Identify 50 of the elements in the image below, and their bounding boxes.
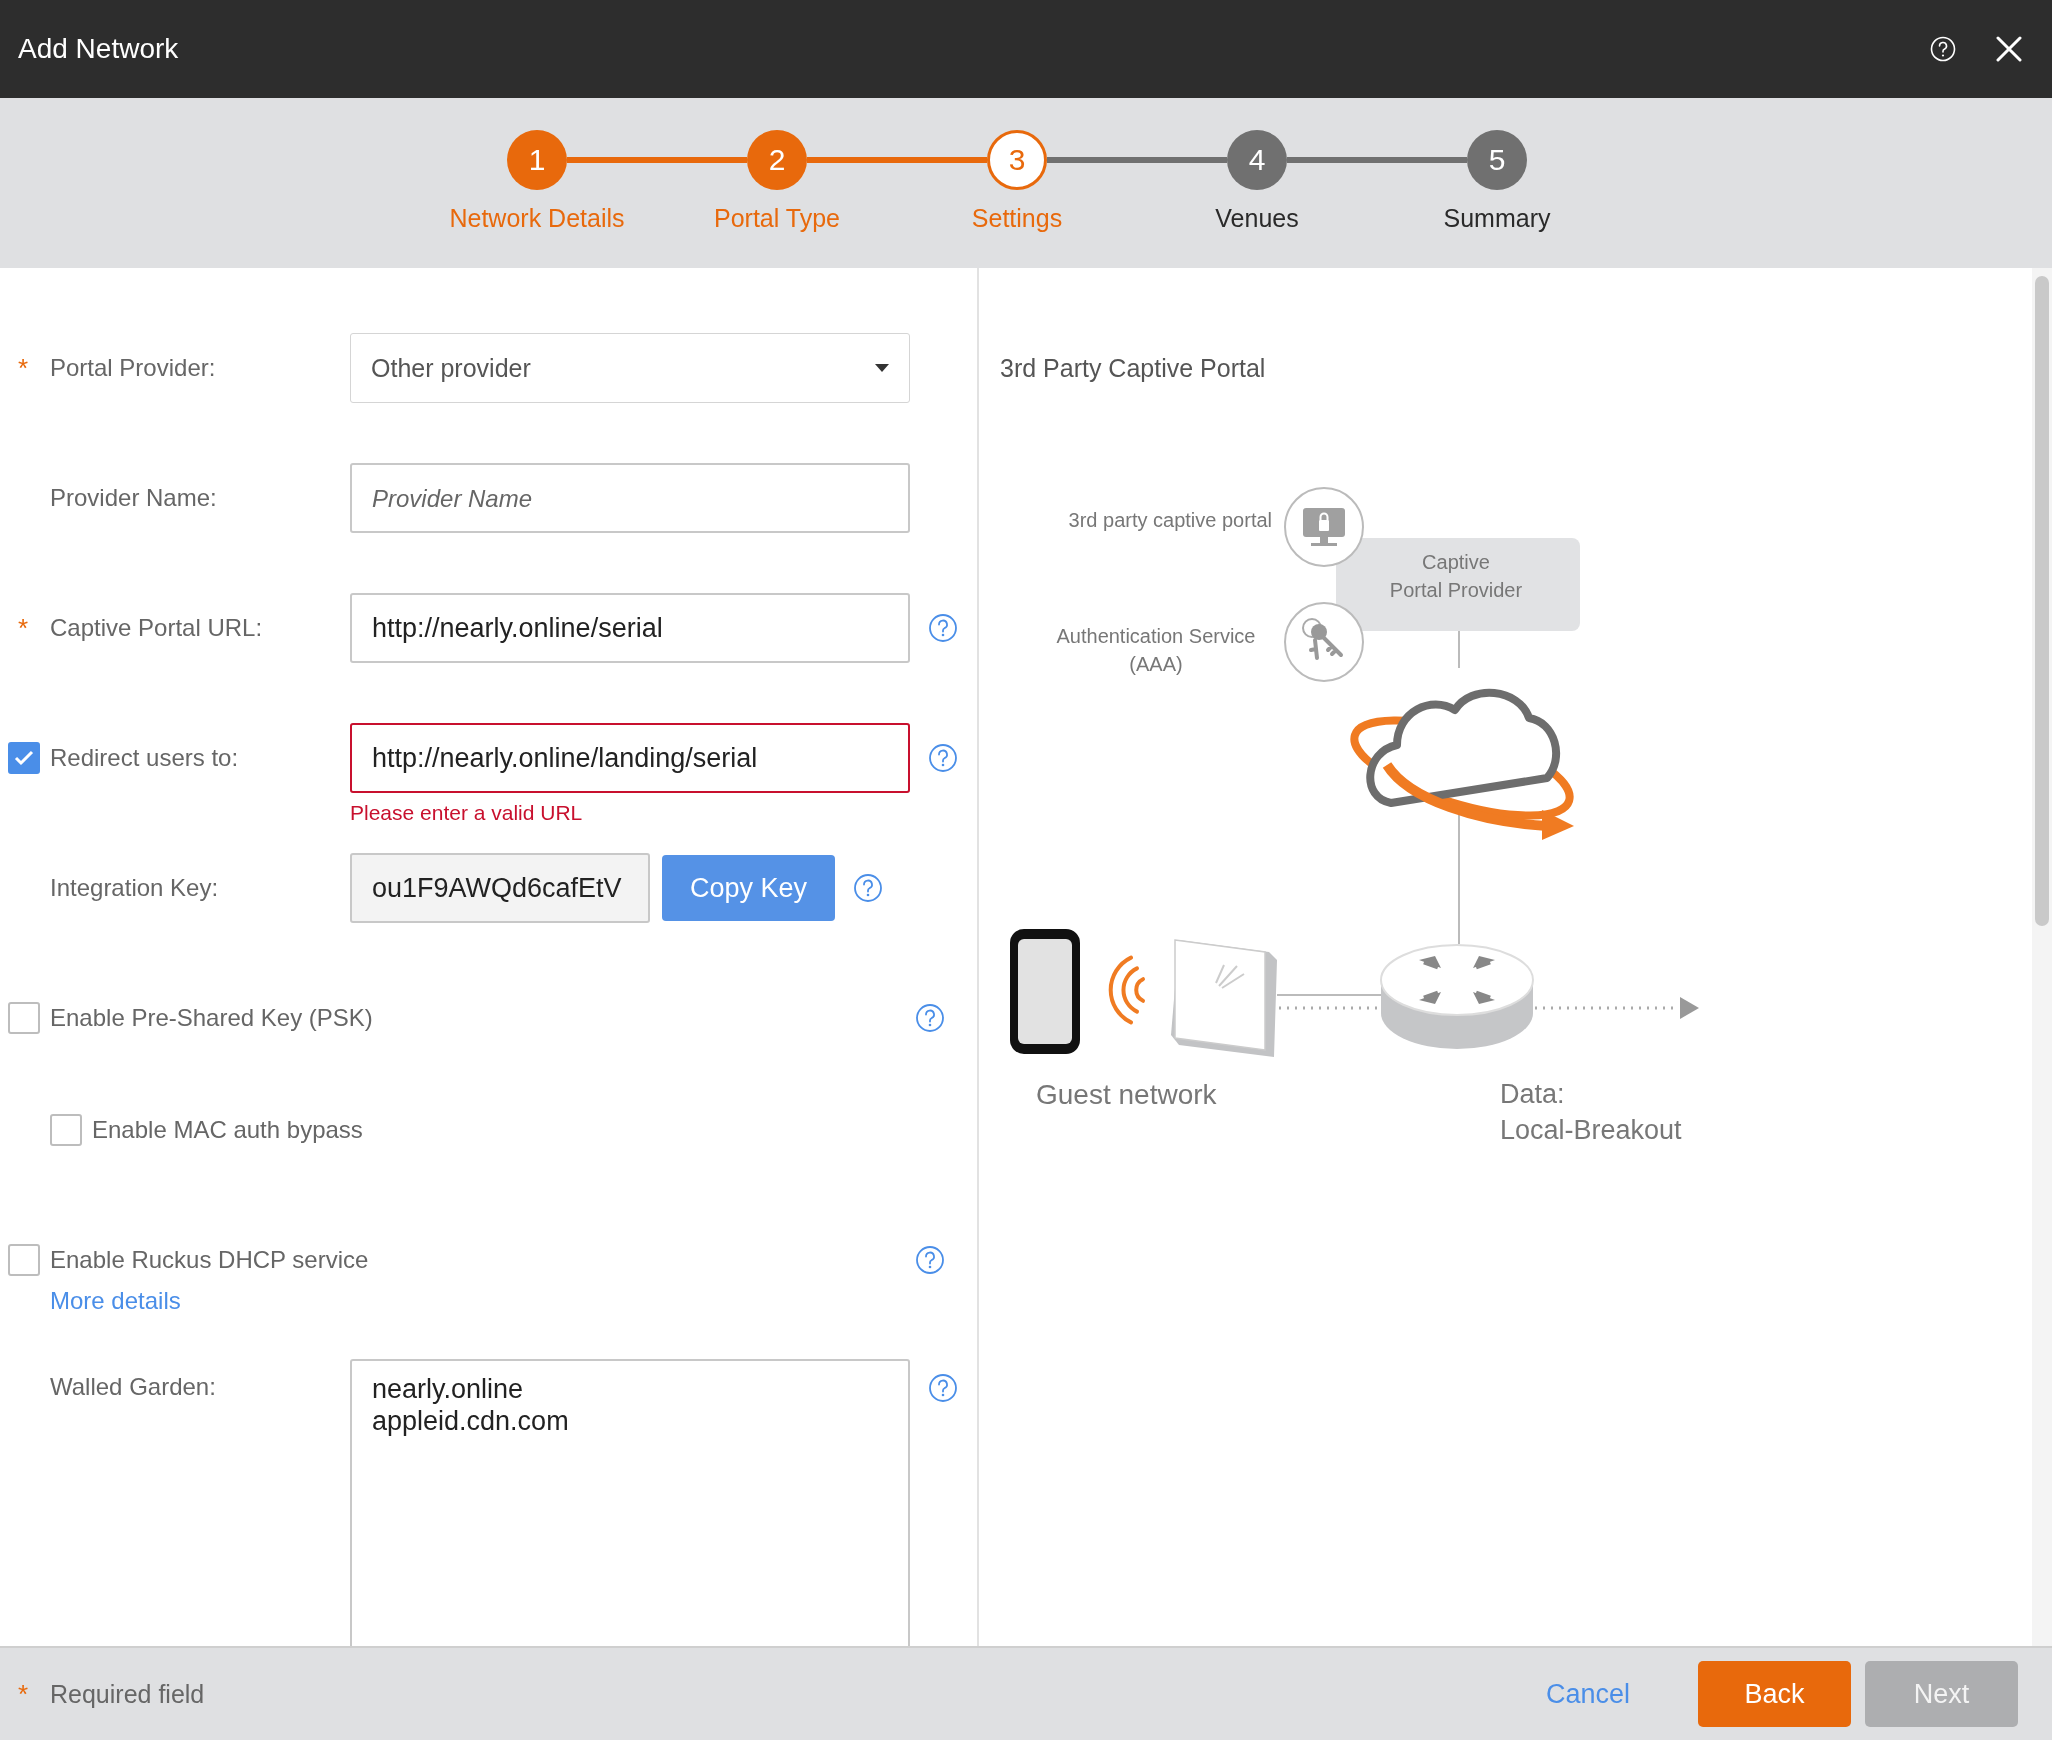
provider-box-label: Captive Portal Provider — [1389, 551, 1523, 601]
guest-network-label: Guest network — [1036, 1079, 1217, 1110]
checkbox[interactable] — [8, 1002, 40, 1034]
checkbox-label: Enable Pre-Shared Key (PSK) — [50, 1004, 374, 1032]
step-circle: 3 — [987, 130, 1047, 190]
text-field[interactable]: http://nearly.online/serial — [350, 593, 910, 663]
scrollbar[interactable] — [2032, 268, 2052, 1646]
window-title: Add Network — [18, 33, 180, 65]
required-note: Required field — [50, 1679, 206, 1709]
field-label: Redirect users to: — [50, 744, 239, 772]
provider-dropdown[interactable]: Other provider — [350, 333, 910, 403]
field-label: Captive Portal URL: — [50, 614, 263, 642]
error-message: Please enter a valid URL — [350, 800, 584, 826]
checkbox-label: Enable Ruckus DHCP service — [50, 1246, 370, 1274]
step-circle: 5 — [1467, 130, 1527, 190]
checkbox[interactable] — [8, 1244, 40, 1276]
field-label: Provider Name: — [50, 484, 217, 512]
panel-title: 3rd Party Captive Portal — [1000, 353, 1267, 384]
diagram-label: Authentication Service (AAA) — [1056, 625, 1256, 675]
data-label: Data: Local-Breakout — [1500, 1079, 1682, 1145]
field-label: Integration Key: — [50, 874, 219, 902]
field-label: Walled Garden: — [50, 1373, 216, 1401]
step-label: Network Details — [449, 204, 625, 233]
keys-icon — [1284, 602, 1364, 682]
checkbox-label: Enable MAC auth bypass — [92, 1116, 364, 1144]
caret-icon — [875, 364, 889, 372]
close-icon[interactable] — [1996, 36, 2022, 62]
checkmark-icon — [14, 750, 34, 766]
diagram-label: 3rd party captive portal — [1068, 509, 1272, 531]
required-asterisk: * — [17, 352, 30, 384]
step-label: Portal Type — [714, 204, 840, 233]
connector-line — [1458, 630, 1460, 669]
step-label: Settings — [971, 204, 1063, 233]
checkbox[interactable] — [50, 1114, 82, 1146]
step-circle: 1 — [507, 130, 567, 190]
walled-garden-textarea[interactable]: nearly.online appleid.cdn.com — [350, 1359, 910, 1646]
wifi-waves-icon — [1108, 955, 1145, 1025]
step-circle: 4 — [1227, 130, 1287, 190]
url-field[interactable]: http://nearly.online/landing/serial — [350, 723, 910, 793]
monitor-lock-icon — [1284, 487, 1364, 567]
step-label: Summary — [1443, 204, 1551, 233]
required-asterisk: * — [17, 612, 30, 644]
step-circle: 2 — [747, 130, 807, 190]
required-asterisk: * — [18, 1678, 30, 1710]
field-label: Portal Provider: — [50, 354, 216, 382]
key-field[interactable]: ou1F9AWQd6cafEtV — [350, 853, 650, 923]
step-label: Venues — [1215, 204, 1299, 233]
checkbox[interactable] — [8, 742, 40, 774]
phone-icon — [1010, 929, 1080, 1054]
text-field[interactable]: Provider Name — [350, 463, 910, 533]
